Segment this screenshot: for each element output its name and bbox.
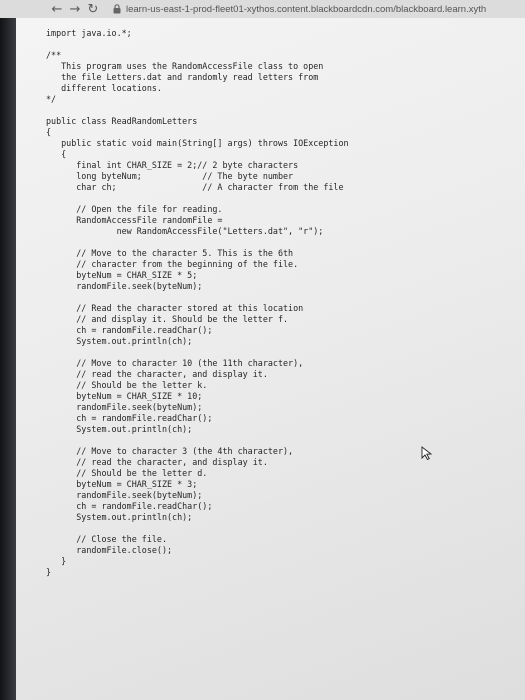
mouse-pointer-icon [421,446,433,460]
code-line: randomFile.seek(byteNum); [46,402,203,412]
code-line: // character from the beginning of the f… [46,259,299,269]
code-line: } [46,567,52,577]
code-line: } [46,556,67,566]
code-line: randomFile.seek(byteNum); [46,490,203,500]
code-line: randomFile.seek(byteNum); [46,281,203,291]
code-line: final int CHAR_SIZE = 2;// 2 byte charac… [46,160,299,170]
code-listing: import java.io.*; /** This program uses t… [46,28,349,578]
code-line: byteNum = CHAR_SIZE * 3; [46,479,198,489]
code-line: public class ReadRandomLetters [46,116,198,126]
document-page: import java.io.*; /** This program uses t… [16,18,525,700]
code-line: /** [46,50,62,60]
code-line: the file Letters.dat and randomly read l… [46,72,319,82]
screen-bezel [0,18,16,700]
code-line: public static void main(String[] args) t… [46,138,349,148]
code-line: { [46,149,67,159]
code-line: import java.io.*; [46,28,132,38]
code-line: char ch; // A character from the file [46,182,344,192]
code-line: System.out.println(ch); [46,512,193,522]
code-line: long byteNum; // The byte number [46,171,294,181]
code-line: // Read the character stored at this loc… [46,303,304,313]
code-line: This program uses the RandomAccessFile c… [46,61,324,71]
code-line: // Should be the letter k. [46,380,208,390]
code-line: // read the character, and display it. [46,369,268,379]
code-line: ch = randomFile.readChar(); [46,413,213,423]
arrow-right-icon[interactable]: → [66,0,84,18]
arrow-left-icon[interactable]: ← [48,0,66,18]
code-line: // Open the file for reading. [46,204,223,214]
code-line: ch = randomFile.readChar(); [46,325,213,335]
code-line: byteNum = CHAR_SIZE * 10; [46,391,203,401]
browser-toolbar: ← → ↻ learn-us-east-1-prod-fleet01-xytho… [0,0,525,19]
code-line: { [46,127,52,137]
lock-icon [110,0,124,18]
address-bar[interactable]: learn-us-east-1-prod-fleet01-xythos.cont… [126,4,525,15]
code-line: // Close the file. [46,534,168,544]
code-line: RandomAccessFile randomFile = [46,215,223,225]
code-line: */ [46,94,57,104]
code-line: byteNum = CHAR_SIZE * 5; [46,270,198,280]
code-line: randomFile.close(); [46,545,173,555]
code-line: new RandomAccessFile("Letters.dat", "r")… [46,226,324,236]
code-line: System.out.println(ch); [46,336,193,346]
reload-icon[interactable]: ↻ [84,0,102,18]
code-line: // Move to character 10 (the 11th charac… [46,358,304,368]
code-line: // read the character, and display it. [46,457,268,467]
code-line: ch = randomFile.readChar(); [46,501,213,511]
code-line: // Should be the letter d. [46,468,208,478]
code-line: // Move to character 3 (the 4th characte… [46,446,294,456]
code-line: different locations. [46,83,162,93]
code-line: System.out.println(ch); [46,424,193,434]
code-line: // Move to the character 5. This is the … [46,248,294,258]
code-line: // and display it. Should be the letter … [46,314,289,324]
